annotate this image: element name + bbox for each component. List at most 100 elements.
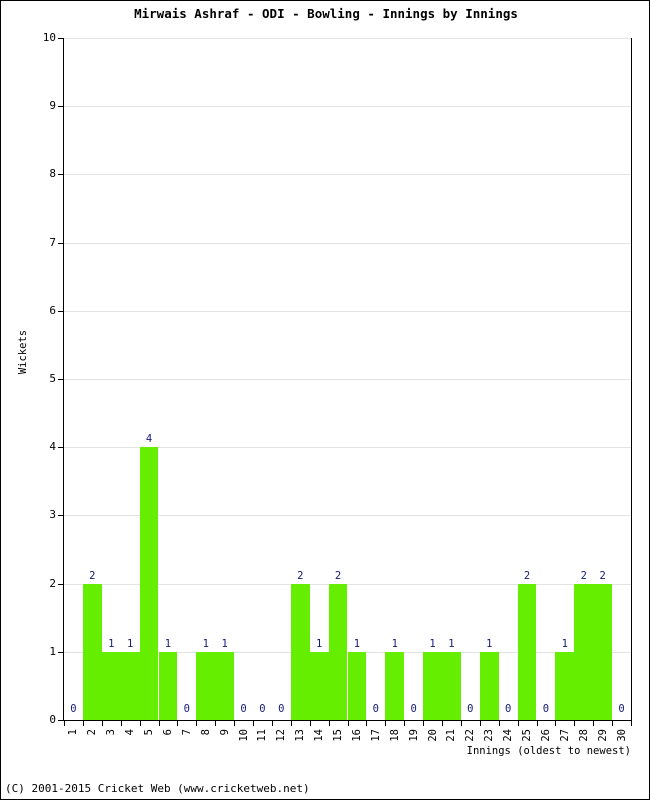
- bar-value-label: 0: [70, 703, 77, 715]
- x-axis-tick: [64, 721, 65, 726]
- gridline: [64, 242, 631, 244]
- bar-value-label: 1: [561, 637, 568, 650]
- x-axis-tick: [518, 721, 519, 726]
- x-axis-tick-label: 5: [143, 729, 156, 736]
- y-axis-tick-label: 1: [49, 644, 56, 658]
- bar-value-label: 0: [504, 703, 512, 715]
- x-axis-tick-label: 22: [464, 729, 477, 742]
- bar: [479, 651, 499, 720]
- bar-value-label: 0: [618, 703, 625, 715]
- bar-value-label: 2: [580, 569, 587, 582]
- x-axis-tick: [631, 721, 632, 726]
- bar-value-label: 0: [372, 703, 379, 715]
- x-axis-tick: [253, 721, 254, 726]
- bar: [215, 651, 235, 720]
- x-axis-tick-label: 14: [313, 729, 326, 742]
- x-axis-tick: [177, 721, 178, 726]
- gridline: [64, 174, 631, 176]
- bar-value-label: 0: [240, 703, 247, 715]
- y-axis-tick: [58, 447, 64, 449]
- bar-value-label: 2: [89, 569, 96, 582]
- y-axis-tick: [58, 310, 64, 312]
- x-axis-tick-label: 24: [502, 729, 515, 742]
- x-axis-tick-label: 10: [237, 729, 250, 742]
- y-axis-tick-label: 4: [49, 440, 56, 454]
- bar-value-label: 1: [221, 637, 228, 650]
- x-axis-tick-label: 13: [294, 729, 307, 742]
- bar-value-label: 1: [126, 637, 134, 650]
- y-axis-tick: [58, 174, 64, 176]
- gridline: [64, 106, 631, 108]
- bar-value-label: 1: [391, 637, 398, 650]
- x-axis-tick-label: 2: [86, 729, 99, 736]
- bar: [309, 651, 329, 720]
- y-axis-tick: [58, 242, 64, 244]
- x-axis-tick-label: 26: [539, 729, 552, 742]
- bar: [158, 651, 178, 720]
- y-axis-tick-labels: 0 1 2 3 4 5 6 7 8 9 10: [11, 1, 56, 801]
- y-axis-tick: [58, 38, 64, 39]
- y-axis-tick-label: 3: [49, 508, 56, 522]
- bar-value-label: 1: [315, 637, 323, 650]
- bar-value-label: 1: [202, 637, 209, 650]
- x-axis-tick-label: 20: [426, 729, 439, 742]
- bar: [423, 651, 442, 720]
- x-axis-tick: [102, 721, 103, 726]
- x-axis-tick-label: 21: [445, 729, 458, 742]
- y-axis-tick-label: 10: [42, 31, 56, 44]
- x-axis-tick: [196, 721, 197, 726]
- bar-value-label: 1: [486, 637, 493, 650]
- x-axis-tick: [537, 721, 538, 726]
- bar: [517, 583, 537, 720]
- y-axis-tick: [58, 583, 64, 585]
- x-axis-tick: [385, 721, 386, 726]
- x-axis-tick-label: 4: [124, 729, 137, 736]
- y-axis-tick-label: 2: [49, 576, 56, 590]
- y-axis-tick-label: 8: [49, 167, 56, 181]
- x-axis-tick: [480, 721, 481, 726]
- bar-value-label: 0: [542, 703, 550, 715]
- x-axis-tick-label: 11: [256, 729, 269, 742]
- x-axis-tick-label: 12: [275, 729, 288, 742]
- gridline: [64, 38, 631, 39]
- chart-page: Mirwais Ashraf - ODI - Bowling - Innings…: [0, 0, 650, 800]
- y-axis-tick-label: 9: [49, 99, 56, 113]
- gridline: [64, 310, 631, 312]
- bar-value-label: 0: [278, 703, 285, 715]
- bar: [120, 651, 140, 720]
- x-axis-tick: [291, 721, 292, 726]
- bar-value-label: 0: [259, 703, 266, 715]
- x-axis-tick: [215, 721, 216, 726]
- x-axis-tick-label: 9: [218, 729, 231, 736]
- x-axis-tick: [555, 721, 556, 726]
- y-axis-tick-label: 7: [49, 235, 56, 249]
- y-axis-tick: [58, 515, 64, 517]
- x-axis-tick: [348, 721, 349, 726]
- y-axis-tick: [58, 106, 64, 108]
- x-axis-tick: [404, 721, 405, 726]
- bar-value-label: 0: [183, 703, 190, 715]
- x-axis-tick: [593, 721, 594, 726]
- x-axis-tick: [159, 721, 160, 726]
- bar-value-label: 1: [429, 637, 436, 650]
- x-axis-tick-label: 19: [407, 729, 420, 742]
- bar: [574, 583, 594, 720]
- y-axis-tick-label: 6: [49, 303, 56, 317]
- x-axis-tick: [121, 721, 122, 726]
- x-axis-tick-label: 16: [350, 729, 363, 742]
- x-axis-tick: [234, 721, 235, 726]
- x-axis-tick-label: 25: [521, 729, 534, 742]
- bar: [82, 583, 102, 720]
- bar-value-label: 2: [297, 569, 304, 582]
- x-axis-title: Innings (oldest to newest): [466, 745, 631, 757]
- bar: [593, 583, 613, 720]
- x-axis-tick: [442, 721, 443, 726]
- x-axis-tick-label: 7: [180, 729, 193, 736]
- x-axis-tick: [272, 721, 273, 726]
- bar: [555, 651, 575, 720]
- y-axis-tick: [58, 379, 64, 380]
- x-axis-tick-label: 8: [199, 729, 212, 736]
- bar-value-label: 2: [334, 569, 342, 582]
- bar-value-label: 2: [599, 569, 606, 582]
- plot-area: 021141011000212101011010201220: [64, 38, 631, 720]
